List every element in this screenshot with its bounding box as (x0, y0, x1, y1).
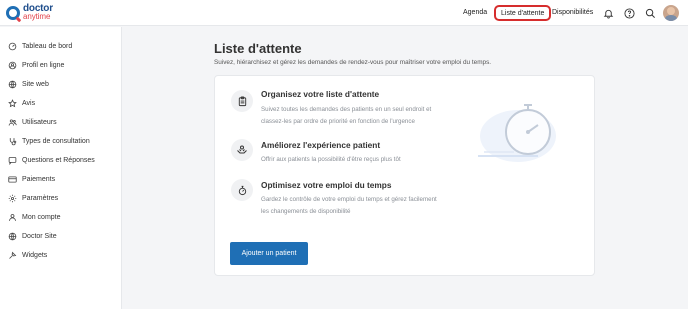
feature-description: Offrir aux patients la possibilité d'êtr… (261, 156, 401, 163)
sidebar-item-qa[interactable]: Questions et Réponses (8, 154, 95, 166)
stopwatch-illustration (478, 104, 556, 162)
nav-availability[interactable]: Disponibilités (552, 0, 593, 26)
bell-icon[interactable] (602, 7, 614, 19)
sidebar-item-reviews[interactable]: Avis (8, 97, 35, 109)
search-icon[interactable] (644, 7, 656, 19)
sidebar-item-users[interactable]: Utilisateurs (8, 116, 57, 128)
nav-agenda[interactable]: Agenda (463, 0, 487, 26)
gear-icon (8, 194, 17, 203)
sidebar-item-payments[interactable]: Paiements (8, 173, 55, 185)
page-subtitle: Suivez, hiérarchisez et gérez les demand… (214, 59, 492, 66)
clipboard-icon (231, 90, 253, 112)
avatar[interactable] (663, 5, 679, 21)
sidebar-item-website[interactable]: Site web (8, 78, 49, 90)
sidebar-item-profile[interactable]: Profil en ligne (8, 59, 64, 71)
page-title: Liste d'attente (214, 41, 302, 56)
stopwatch-icon (231, 179, 253, 201)
feature-description: Gardez le contrôle de votre emploi du te… (261, 196, 437, 215)
sidebar: Tableau de bord Profil en ligne Site web… (0, 27, 122, 309)
star-icon (8, 98, 17, 108)
sidebar-item-settings[interactable]: Paramètres (8, 192, 58, 204)
account-icon (8, 213, 17, 222)
users-icon (8, 118, 17, 127)
brand-subname: anytime (23, 12, 51, 21)
sidebar-item-doctor-site[interactable]: Doctor Site (8, 230, 57, 242)
feature-title: Améliorez l'expérience patient (261, 140, 381, 150)
help-icon[interactable] (623, 7, 635, 19)
chat-icon (8, 156, 17, 165)
sidebar-item-dashboard[interactable]: Tableau de bord (8, 40, 72, 52)
stethoscope-icon (8, 137, 17, 146)
feature-title: Organisez votre liste d'attente (261, 89, 380, 99)
feature-title: Optimisez votre emploi du temps (261, 180, 392, 190)
dashboard-icon (8, 42, 17, 51)
globe-icon (8, 80, 17, 89)
card-icon (8, 175, 17, 184)
waiting-list-card: Organisez votre liste d'attente Suivez t… (214, 75, 595, 276)
top-bar: doctor anytime Agenda Liste d'attente Di… (0, 0, 688, 26)
sidebar-item-account[interactable]: Mon compte (8, 211, 61, 223)
widget-icon (8, 251, 17, 260)
nav-waiting-list[interactable]: Liste d'attente (494, 5, 552, 21)
feature-description: Suivez toutes les demandes des patients … (261, 106, 432, 125)
brand-logo[interactable]: doctor anytime (6, 3, 53, 23)
user-icon (8, 61, 17, 70)
sidebar-item-widgets[interactable]: Widgets (8, 249, 47, 261)
care-icon (231, 139, 253, 161)
globe-icon (8, 232, 17, 241)
logo-icon (6, 6, 20, 20)
sidebar-item-consultation-types[interactable]: Types de consultation (8, 135, 90, 147)
add-patient-button[interactable]: Ajouter un patient (230, 242, 308, 265)
